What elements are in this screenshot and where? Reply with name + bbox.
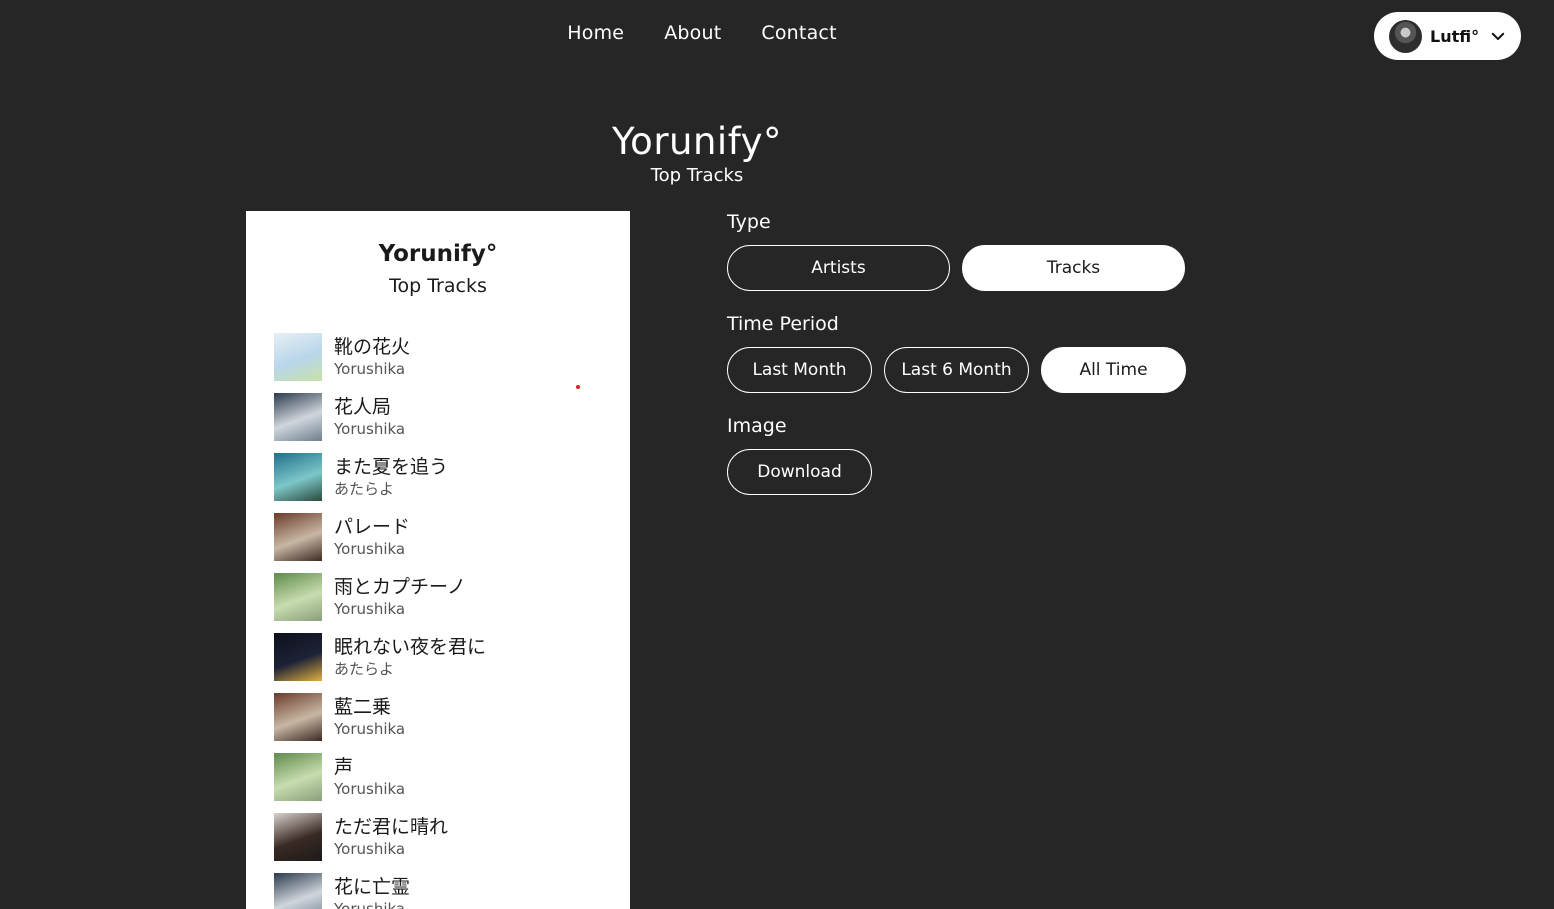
top-tracks-card: Yorunify° Top Tracks 靴の花火 Yorushika 花人局 Yor… <box>246 211 630 909</box>
user-menu-button[interactable]: Lutfi° <box>1374 12 1521 60</box>
track-item: 眠れない夜を君に あたらよ <box>274 627 614 687</box>
controls-panel: Type Artists Tracks Time Period Last Mon… <box>727 211 1197 517</box>
track-artist: Yorushika <box>334 599 406 618</box>
period-last-6-month-button[interactable]: Last 6 Month <box>884 347 1029 393</box>
album-art-image <box>274 633 322 681</box>
album-art-image <box>274 333 322 381</box>
album-art-image <box>274 573 322 621</box>
track-name: 花に亡霊 <box>334 875 411 898</box>
track-name: 雨とカプチーノ <box>334 575 466 598</box>
track-artist: あたらよ <box>334 659 395 678</box>
track-text: 靴の花火 Yorushika <box>334 336 410 379</box>
album-art-image <box>274 453 322 501</box>
card-subtitle: Top Tracks <box>389 275 487 297</box>
time-period-label: Time Period <box>727 313 839 335</box>
track-text: 声 Yorushika <box>334 756 405 799</box>
chevron-down-icon <box>1491 32 1505 40</box>
top-nav: Home About Contact <box>0 22 1554 44</box>
track-text: ただ君に晴れ Yorushika <box>334 816 448 859</box>
download-button[interactable]: Download <box>727 449 872 495</box>
track-item: 靴の花火 Yorushika <box>274 327 614 387</box>
track-item: 花人局 Yorushika <box>274 387 614 447</box>
track-text: 雨とカプチーノ Yorushika <box>334 576 466 619</box>
type-artists-button[interactable]: Artists <box>727 245 950 291</box>
hero: Yorunify° Top Tracks <box>0 120 1394 186</box>
track-item: 声 Yorushika <box>274 747 614 807</box>
track-item: 藍二乗 Yorushika <box>274 687 614 747</box>
track-item: また夏を追う あたらよ <box>274 447 614 507</box>
track-name: 眠れない夜を君に <box>334 635 487 658</box>
track-artist: Yorushika <box>334 779 406 798</box>
nav-links: Home About Contact <box>567 22 836 44</box>
track-item: パレード Yorushika <box>274 507 614 567</box>
album-art-image <box>274 813 322 861</box>
album-art-image <box>274 393 322 441</box>
track-text: また夏を追う あたらよ <box>334 456 448 499</box>
album-art-image <box>274 873 322 909</box>
image-options: Download <box>727 449 1197 495</box>
image-label: Image <box>727 415 787 437</box>
track-artist: あたらよ <box>334 479 395 498</box>
track-list: 靴の花火 Yorushika 花人局 Yorushika また夏を追う あたらよ パレード Y… <box>274 327 614 909</box>
track-name: ただ君に晴れ <box>334 815 449 838</box>
nav-about-link[interactable]: About <box>664 22 721 44</box>
track-item: 雨とカプチーノ Yorushika <box>274 567 614 627</box>
track-name: 藍二乗 <box>334 695 392 718</box>
period-last-month-button[interactable]: Last Month <box>727 347 872 393</box>
track-text: 眠れない夜を君に あたらよ <box>334 636 486 679</box>
track-name: また夏を追う <box>334 455 449 478</box>
avatar <box>1389 19 1422 53</box>
period-all-time-button[interactable]: All Time <box>1041 347 1186 393</box>
type-options: Artists Tracks <box>727 245 1197 291</box>
track-text: 花人局 Yorushika <box>334 396 405 439</box>
track-artist: Yorushika <box>334 899 406 909</box>
page-title: Yorunify° <box>612 120 782 163</box>
page-subtitle: Top Tracks <box>650 165 744 186</box>
track-name: 花人局 <box>334 395 392 418</box>
album-art-image <box>274 753 322 801</box>
album-art-image <box>274 513 322 561</box>
time-period-options: Last Month Last 6 Month All Time <box>727 347 1197 393</box>
track-artist: Yorushika <box>334 719 406 738</box>
type-tracks-button[interactable]: Tracks <box>962 245 1185 291</box>
album-art-image <box>274 693 322 741</box>
nav-contact-link[interactable]: Contact <box>761 22 836 44</box>
track-name: 声 <box>334 755 354 778</box>
track-item: ただ君に晴れ Yorushika <box>274 807 614 867</box>
track-text: 花に亡霊 Yorushika <box>334 876 410 909</box>
track-name: 靴の花火 <box>334 335 411 358</box>
track-artist: Yorushika <box>334 539 406 558</box>
track-item: 花に亡霊 Yorushika <box>274 867 614 909</box>
track-name: パレード <box>334 515 411 538</box>
nav-home-link[interactable]: Home <box>567 22 624 44</box>
track-text: パレード Yorushika <box>334 516 410 559</box>
track-text: 藍二乗 Yorushika <box>334 696 405 739</box>
track-artist: Yorushika <box>334 839 406 858</box>
track-artist: Yorushika <box>334 359 406 378</box>
cursor-dot <box>576 385 580 389</box>
card-title: Yorunify° <box>378 241 498 267</box>
user-name: Lutfi° <box>1430 26 1480 46</box>
track-artist: Yorushika <box>334 419 406 438</box>
type-label: Type <box>727 211 771 233</box>
